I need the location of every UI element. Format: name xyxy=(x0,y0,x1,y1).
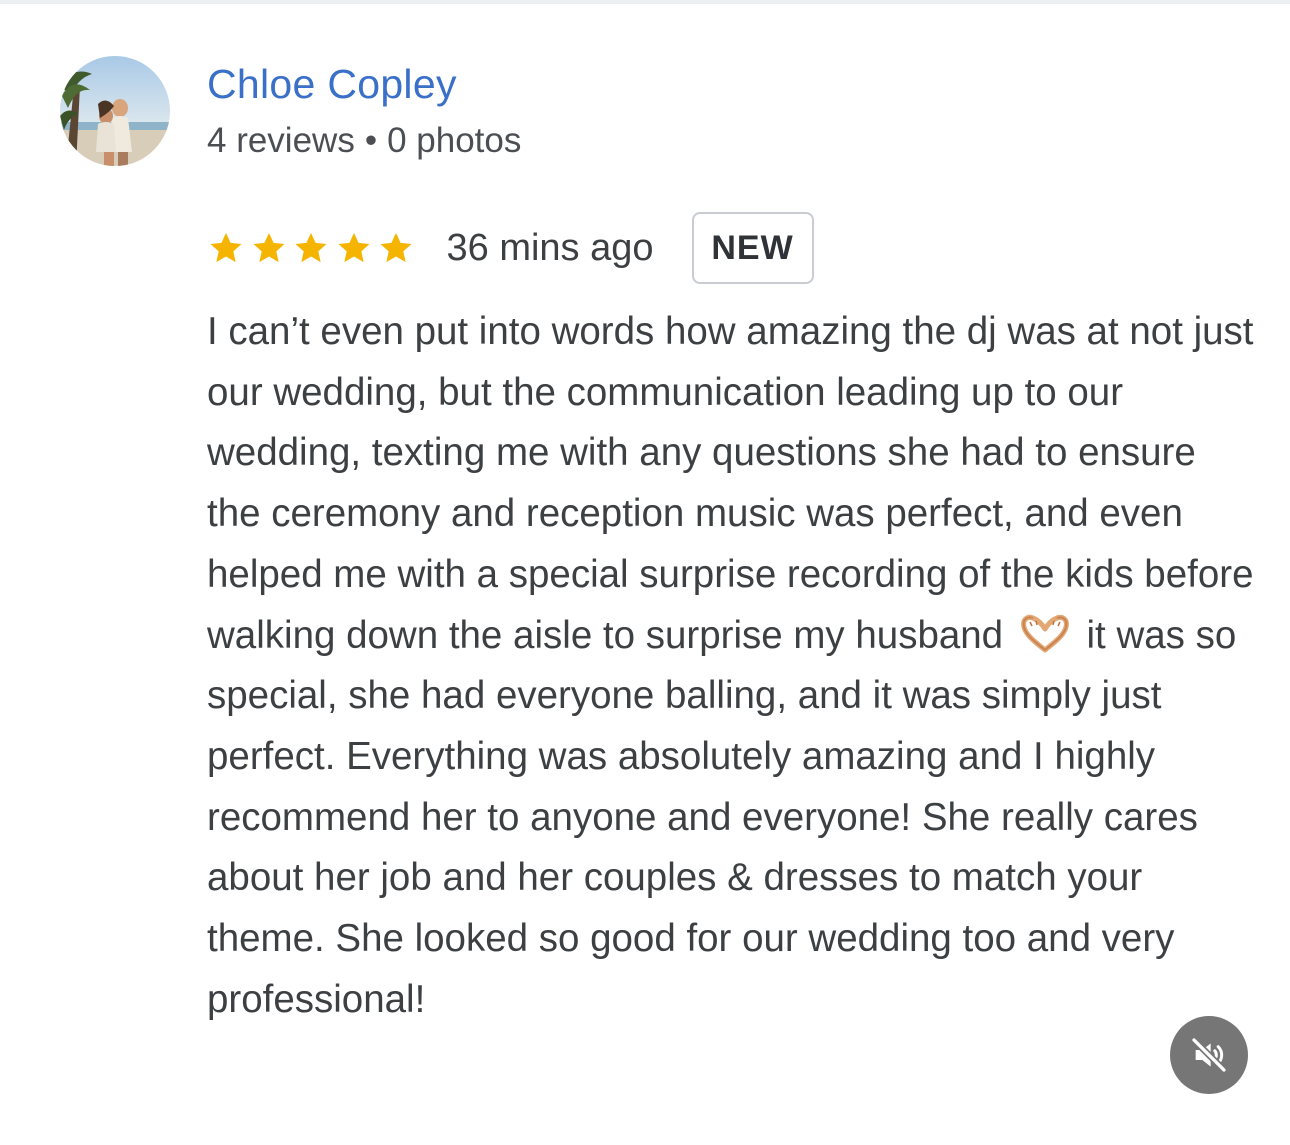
star-rating xyxy=(207,229,420,267)
top-divider xyxy=(0,0,1290,4)
reviewer-meta: 4 reviews • 0 photos xyxy=(207,118,521,164)
avatar-photo xyxy=(60,56,170,166)
star-icon xyxy=(380,232,412,263)
review-count: 4 reviews xyxy=(207,121,355,160)
heart-hands-emoji-icon xyxy=(1020,614,1069,653)
review-text-part1: I can’t even put into words how amazing … xyxy=(207,310,1254,657)
rating-row: 36 mins ago NEW xyxy=(207,212,814,284)
star-icon xyxy=(337,232,370,263)
reviewer-name[interactable]: Chloe Copley xyxy=(207,58,457,110)
meta-separator: • xyxy=(364,121,378,160)
star-icon xyxy=(252,232,285,263)
review-time: 36 mins ago xyxy=(446,226,654,269)
reviewer-avatar[interactable] xyxy=(60,56,170,166)
star-icon xyxy=(295,232,327,263)
speaker-muted-icon xyxy=(1190,1036,1228,1074)
mute-button[interactable] xyxy=(1170,1016,1248,1094)
new-badge: NEW xyxy=(691,212,814,284)
star-icon xyxy=(210,232,242,263)
review-text: I can’t even put into words how amazing … xyxy=(207,302,1257,1030)
photo-count: 0 photos xyxy=(387,121,522,160)
review-text-part2: it was so special, she had everyone ball… xyxy=(207,613,1237,1021)
